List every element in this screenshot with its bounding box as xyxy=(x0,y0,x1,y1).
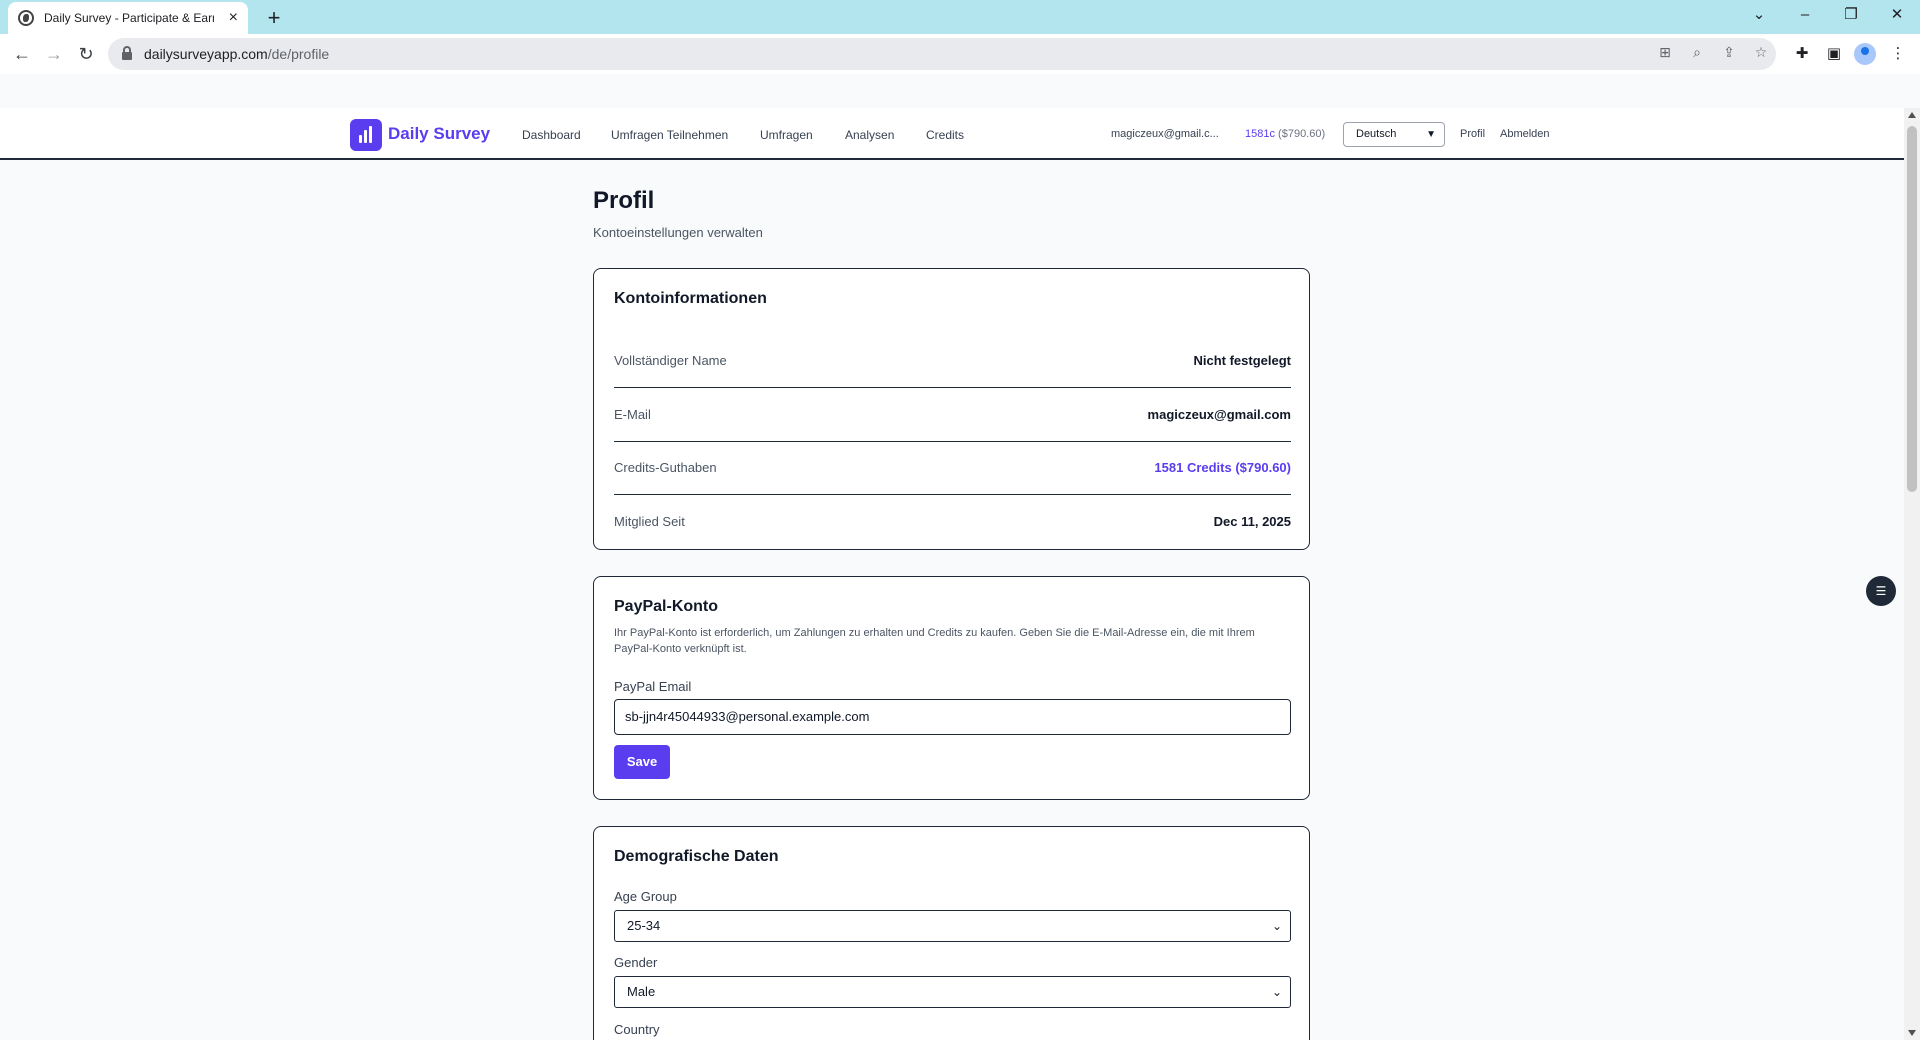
info-value: Nicht festgelegt xyxy=(1193,353,1291,368)
language-select[interactable]: Deutsch ▼ xyxy=(1343,122,1445,147)
nav-credits[interactable]: Credits xyxy=(926,128,964,142)
profile-icon[interactable] xyxy=(1854,43,1876,65)
zoom-icon[interactable]: ⌕ xyxy=(1687,42,1707,62)
country-label: Country xyxy=(614,1022,660,1037)
browser-toolbar: ← → ↻ dailysurveyapp.com/de/profile ⊞ ⌕ … xyxy=(0,34,1920,74)
info-value: 1581 Credits ($790.60) xyxy=(1154,460,1291,475)
scroll-down-icon[interactable] xyxy=(1908,1030,1916,1036)
share-icon[interactable]: ⇪ xyxy=(1719,42,1739,62)
page-subtitle: Kontoeinstellungen verwalten xyxy=(593,225,763,240)
url-path: /de/profile xyxy=(267,46,330,62)
paypal-card: PayPal-Konto Ihr PayPal-Konto ist erford… xyxy=(593,576,1310,800)
reload-icon[interactable]: ↻ xyxy=(72,40,100,68)
info-row-email: E-Mail magiczeux@gmail.com xyxy=(614,388,1291,442)
logout-link[interactable]: Abmelden xyxy=(1500,128,1550,140)
credits-count: 1581c xyxy=(1245,128,1275,140)
url-host: dailysurveyapp.com xyxy=(144,46,268,62)
age-group-select[interactable]: 25-34 ⌄ xyxy=(614,910,1291,942)
tab-title: Daily Survey - Participate & Earn xyxy=(44,11,214,25)
address-bar[interactable]: dailysurveyapp.com/de/profile xyxy=(108,38,1776,70)
info-row-name: Vollständiger Name Nicht festgelegt xyxy=(614,334,1291,388)
site-header: Daily Survey Dashboard Umfragen Teilnehm… xyxy=(0,108,1904,160)
demographics-title: Demografische Daten xyxy=(614,848,779,865)
page-viewport: Daily Survey Dashboard Umfragen Teilnehm… xyxy=(0,108,1904,1040)
info-label: E-Mail xyxy=(614,407,651,422)
account-info-card: Kontoinformationen Vollständiger Name Ni… xyxy=(593,268,1310,550)
language-value: Deutsch xyxy=(1356,128,1397,140)
star-icon[interactable]: ☆ xyxy=(1751,42,1771,62)
chevron-down-icon: ⌄ xyxy=(1271,985,1282,999)
kebab-menu-icon[interactable]: ⋮ xyxy=(1886,42,1910,66)
translate-icon[interactable]: ⊞ xyxy=(1655,42,1675,62)
page-title: Profil xyxy=(593,187,655,214)
restore-icon[interactable]: ❐ xyxy=(1828,0,1874,30)
chevron-down-icon[interactable]: ⌄ xyxy=(1736,0,1782,30)
gender-value: Male xyxy=(627,984,656,999)
gender-select[interactable]: Male ⌄ xyxy=(614,976,1291,1008)
save-button[interactable]: Save xyxy=(614,745,670,779)
credits-usd: ($790.60) xyxy=(1278,128,1326,140)
nav-dashboard[interactable]: Dashboard xyxy=(522,128,581,142)
scrollbar-thumb[interactable] xyxy=(1907,126,1917,492)
extensions-icon[interactable]: ✚ xyxy=(1790,42,1814,66)
nav-surveys[interactable]: Umfragen xyxy=(760,128,813,142)
info-value: Dec 11, 2025 xyxy=(1213,514,1291,529)
info-row-credits: Credits-Guthaben 1581 Credits ($790.60) xyxy=(614,441,1291,495)
gender-label: Gender xyxy=(614,955,658,970)
info-value: magiczeux@gmail.com xyxy=(1147,407,1291,422)
lock-icon xyxy=(122,46,132,60)
info-label: Mitglied Seit xyxy=(614,514,685,529)
demographics-card: Demografische Daten Age Group 25-34 ⌄ Ge… xyxy=(593,826,1310,1040)
nav-take-surveys[interactable]: Umfragen Teilnehmen xyxy=(611,128,728,142)
age-group-label: Age Group xyxy=(614,889,677,904)
paypal-email-label: PayPal Email xyxy=(614,679,692,694)
paypal-email-input[interactable]: sb-jjn4r45044933@personal.example.com xyxy=(614,699,1291,735)
paypal-title: PayPal-Konto xyxy=(614,598,719,615)
info-row-member-since: Mitglied Seit Dec 11, 2025 xyxy=(614,495,1291,549)
user-email: magiczeux@gmail.c... xyxy=(1111,128,1219,140)
profile-link[interactable]: Profil xyxy=(1460,128,1485,140)
globe-icon xyxy=(18,10,34,26)
sidepanel-icon[interactable]: ▣ xyxy=(1822,42,1846,66)
close-icon[interactable]: ✕ xyxy=(1874,0,1920,30)
browser-tab[interactable]: Daily Survey - Participate & Earn × xyxy=(8,2,248,34)
page-scrollbar[interactable] xyxy=(1904,108,1920,1040)
back-arrow-icon[interactable]: ← xyxy=(8,40,36,68)
minimize-icon[interactable]: – xyxy=(1782,0,1828,30)
floating-menu-icon[interactable]: ☰ xyxy=(1866,576,1896,606)
account-info-title: Kontoinformationen xyxy=(614,290,767,307)
age-group-value: 25-34 xyxy=(627,918,661,933)
brand-name[interactable]: Daily Survey xyxy=(388,124,490,144)
scroll-up-icon[interactable] xyxy=(1908,112,1916,118)
new-tab-button[interactable]: + xyxy=(260,4,288,32)
info-label: Vollständiger Name xyxy=(614,353,727,368)
forward-arrow-icon[interactable]: → xyxy=(40,40,68,68)
info-label: Credits-Guthaben xyxy=(614,460,717,475)
chart-logo-icon[interactable] xyxy=(350,119,382,151)
credits-balance: 1581c ($790.60) xyxy=(1245,128,1325,140)
chevron-down-icon: ⌄ xyxy=(1271,919,1282,933)
browser-tab-strip: Daily Survey - Participate & Earn × + ⌄ … xyxy=(0,0,1920,34)
tab-close-icon[interactable]: × xyxy=(229,10,238,26)
nav-analytics[interactable]: Analysen xyxy=(845,128,894,142)
chevron-down-icon: ▼ xyxy=(1426,129,1436,140)
paypal-description: Ihr PayPal-Konto ist erforderlich, um Za… xyxy=(614,627,1255,655)
